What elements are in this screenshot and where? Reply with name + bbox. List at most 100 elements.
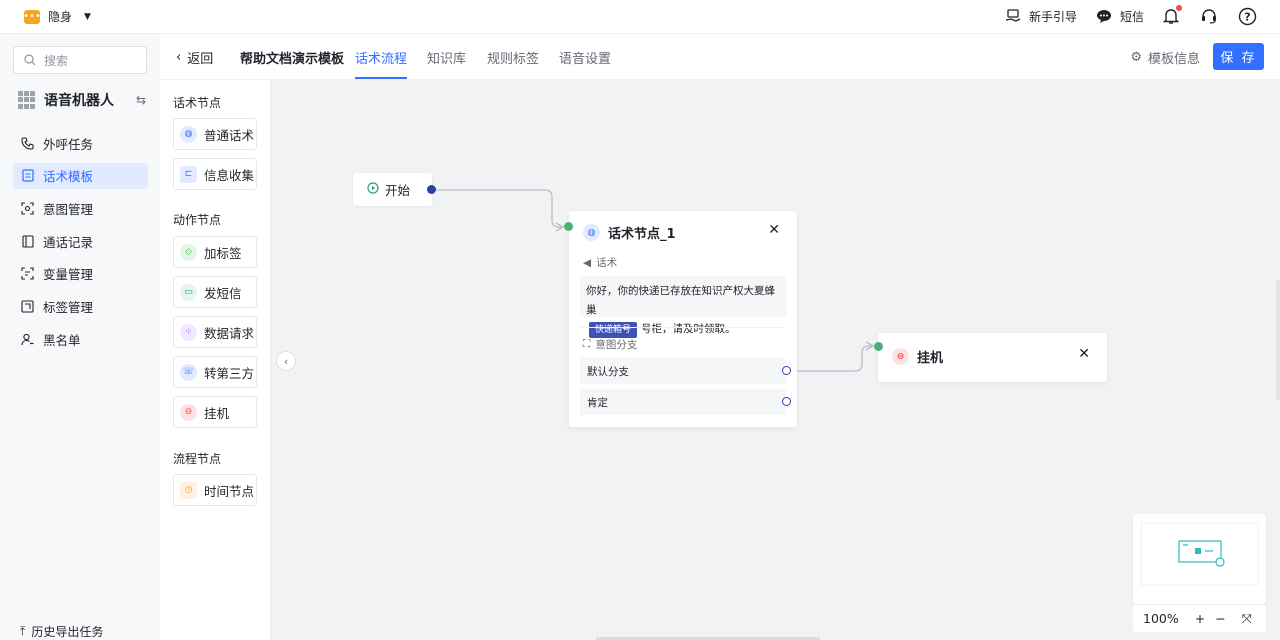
palette-section-title: 动作节点 <box>173 213 222 227</box>
apps-grid-icon <box>18 91 36 109</box>
node-title: 话术节点_1 <box>608 227 676 242</box>
speech-prefix: 你好，你的快递已存放在知识产权大夏蜂巢 <box>586 285 775 316</box>
palette-item-add-tag[interactable]: ◇ 加标签 <box>173 236 257 268</box>
vertical-scrollbar[interactable] <box>1276 280 1280 400</box>
sms-icon: ▭ <box>180 283 197 301</box>
tab-knowledge-base[interactable]: 知识库 <box>427 48 466 67</box>
speech-node-icon: ◍ <box>180 125 197 143</box>
sidebar-item-variable-management[interactable]: 变量管理 <box>13 261 148 287</box>
branch-default-output-port[interactable] <box>782 366 791 375</box>
history-export-tasks[interactable]: ⤒ 历史导出任务 <box>20 623 103 640</box>
calendar-clock-icon: ◷ <box>180 481 197 499</box>
node-title: 挂机 <box>917 351 944 366</box>
message-icon <box>1093 5 1115 27</box>
script-node[interactable]: ◍ 话术节点_1 ✕ ◀ 话术 你好，你的快递已存放在知识产权大夏蜂巢 快递箱号… <box>569 211 797 427</box>
node1-input-port[interactable] <box>564 222 573 231</box>
collapse-palette-button[interactable]: ‹ <box>276 351 296 371</box>
palette-section-title: 话术节点 <box>173 96 222 110</box>
sidebar-item-label: 外呼任务 <box>43 136 94 152</box>
palette-item-label: 发短信 <box>204 285 242 301</box>
search-icon <box>24 54 36 66</box>
upload-icon: ⤒ <box>20 624 26 638</box>
svg-text:?: ? <box>1244 10 1250 23</box>
phone-transfer-icon: ☏ <box>180 363 197 381</box>
sidebar-item-tag-management[interactable]: 标签管理 <box>13 293 148 319</box>
play-icon <box>367 182 379 197</box>
speaker-icon: ◀ <box>583 256 592 269</box>
status-selector[interactable]: ••• 隐身 ▼ <box>23 8 91 25</box>
guide-label: 新手引导 <box>1028 9 1077 24</box>
document-icon <box>21 169 34 182</box>
chat-status-icon: ••• <box>23 9 41 24</box>
sms-label: 短信 <box>1119 9 1144 24</box>
notification-bell-icon[interactable] <box>1160 5 1182 27</box>
sidebar-item-script-templates[interactable]: 话术模板 <box>13 162 148 189</box>
status-label: 隐身 <box>48 10 73 24</box>
sidebar-item-label: 变量管理 <box>43 267 94 283</box>
sidebar-item-label: 通话记录 <box>43 234 94 250</box>
variable-chip[interactable]: 快递箱号 <box>589 322 638 338</box>
hangup-input-port[interactable] <box>874 342 883 351</box>
tag-icon: ◇ <box>180 243 197 261</box>
zoom-controls: 100% + − ⤧ <box>1133 604 1266 632</box>
sidebar-item-blacklist[interactable]: 黑名单 <box>13 326 148 352</box>
branch-default[interactable]: 默认分支 <box>580 358 786 384</box>
start-node[interactable]: 开始 <box>353 173 432 206</box>
close-icon[interactable]: ✕ <box>1078 346 1090 362</box>
palette-item-label: 加标签 <box>204 245 242 261</box>
sidebar-item-call-records[interactable]: 通话记录 <box>13 228 148 254</box>
headset-icon[interactable] <box>1198 5 1220 27</box>
close-icon[interactable]: ✕ <box>768 222 780 238</box>
palette-item-info-collect[interactable]: ⊏ 信息收集 <box>173 158 257 190</box>
app-switcher[interactable]: 语音机器人 ⇆ <box>18 90 146 110</box>
palette-item-label: 数据请求 <box>204 325 255 341</box>
speech-content[interactable]: 你好，你的快递已存放在知识产权大夏蜂巢 快递箱号 号柜，请及时领取。 <box>580 276 786 338</box>
fit-screen-icon[interactable]: ⤧ <box>1242 611 1252 627</box>
branch-positive-output-port[interactable] <box>782 397 791 406</box>
back-button[interactable]: ‹ 返回 <box>176 48 213 67</box>
palette-item-normal-script[interactable]: ◍ 普通话术 <box>173 118 257 150</box>
zoom-level: 100% <box>1143 611 1179 626</box>
top-bar: ••• 隐身 ▼ 新手引导 短信 ? <box>0 0 1280 34</box>
tab-voice-settings[interactable]: 语音设置 <box>559 48 611 67</box>
sidebar: 搜索 语音机器人 ⇆ 外呼任务 话术模板 意图管理 通话记录 变量管理 标签管理 <box>0 34 160 640</box>
sidebar-item-label: 标签管理 <box>43 299 94 315</box>
palette-item-transfer-third-party[interactable]: ☏ 转第三方 <box>173 356 257 388</box>
start-output-port[interactable] <box>427 185 436 194</box>
sidebar-item-outbound-tasks[interactable]: 外呼任务 <box>13 130 148 156</box>
sidebar-item-intent-management[interactable]: 意图管理 <box>13 195 148 221</box>
search-input[interactable]: 搜索 <box>13 46 147 74</box>
tab-script-flow[interactable]: 话术流程 <box>355 48 408 79</box>
branch-positive[interactable]: 肯定 <box>580 389 786 415</box>
palette-item-time-node[interactable]: ◷ 时间节点 <box>173 474 257 506</box>
hang-up-icon: ⊖ <box>892 348 909 365</box>
palette-item-label: 信息收集 <box>204 167 255 183</box>
chevron-left-icon: ‹ <box>176 50 182 65</box>
template-info-button[interactable]: ⚙ 模板信息 <box>1130 48 1200 67</box>
sidebar-item-label: 话术模板 <box>43 169 94 185</box>
palette-item-data-request[interactable]: ⁘ 数据请求 <box>173 316 257 348</box>
branch-label: 默认分支 <box>587 365 629 378</box>
zoom-out-icon[interactable]: − <box>1215 611 1225 626</box>
hand-gift-icon <box>1002 5 1024 27</box>
swap-icon[interactable]: ⇆ <box>136 93 146 107</box>
sidebar-item-label: 黑名单 <box>43 332 81 348</box>
app-name: 语音机器人 <box>44 93 114 109</box>
phone-outgoing-icon <box>21 136 34 150</box>
tab-rule-tags[interactable]: 规则标签 <box>487 48 539 67</box>
help-icon[interactable]: ? <box>1236 5 1258 27</box>
guide-button[interactable]: 新手引导 <box>1002 5 1077 27</box>
minimap[interactable] <box>1133 514 1266 604</box>
sms-button[interactable]: 短信 <box>1093 5 1144 27</box>
palette-item-send-sms[interactable]: ▭ 发短信 <box>173 276 257 308</box>
collect-icon: ⊏ <box>180 165 197 183</box>
hang-up-icon: ⊖ <box>180 403 197 421</box>
save-button[interactable]: 保 存 <box>1213 43 1264 70</box>
hangup-node[interactable]: ⊖ 挂机 ✕ <box>878 333 1107 382</box>
search-placeholder: 搜索 <box>44 53 69 68</box>
zoom-in-icon[interactable]: + <box>1195 611 1205 626</box>
intent-section: ⛶ 意图分支 <box>583 337 637 352</box>
book-icon <box>21 235 34 248</box>
palette-item-hang-up[interactable]: ⊖ 挂机 <box>173 396 257 428</box>
sidebar-item-label: 意图管理 <box>43 201 94 217</box>
